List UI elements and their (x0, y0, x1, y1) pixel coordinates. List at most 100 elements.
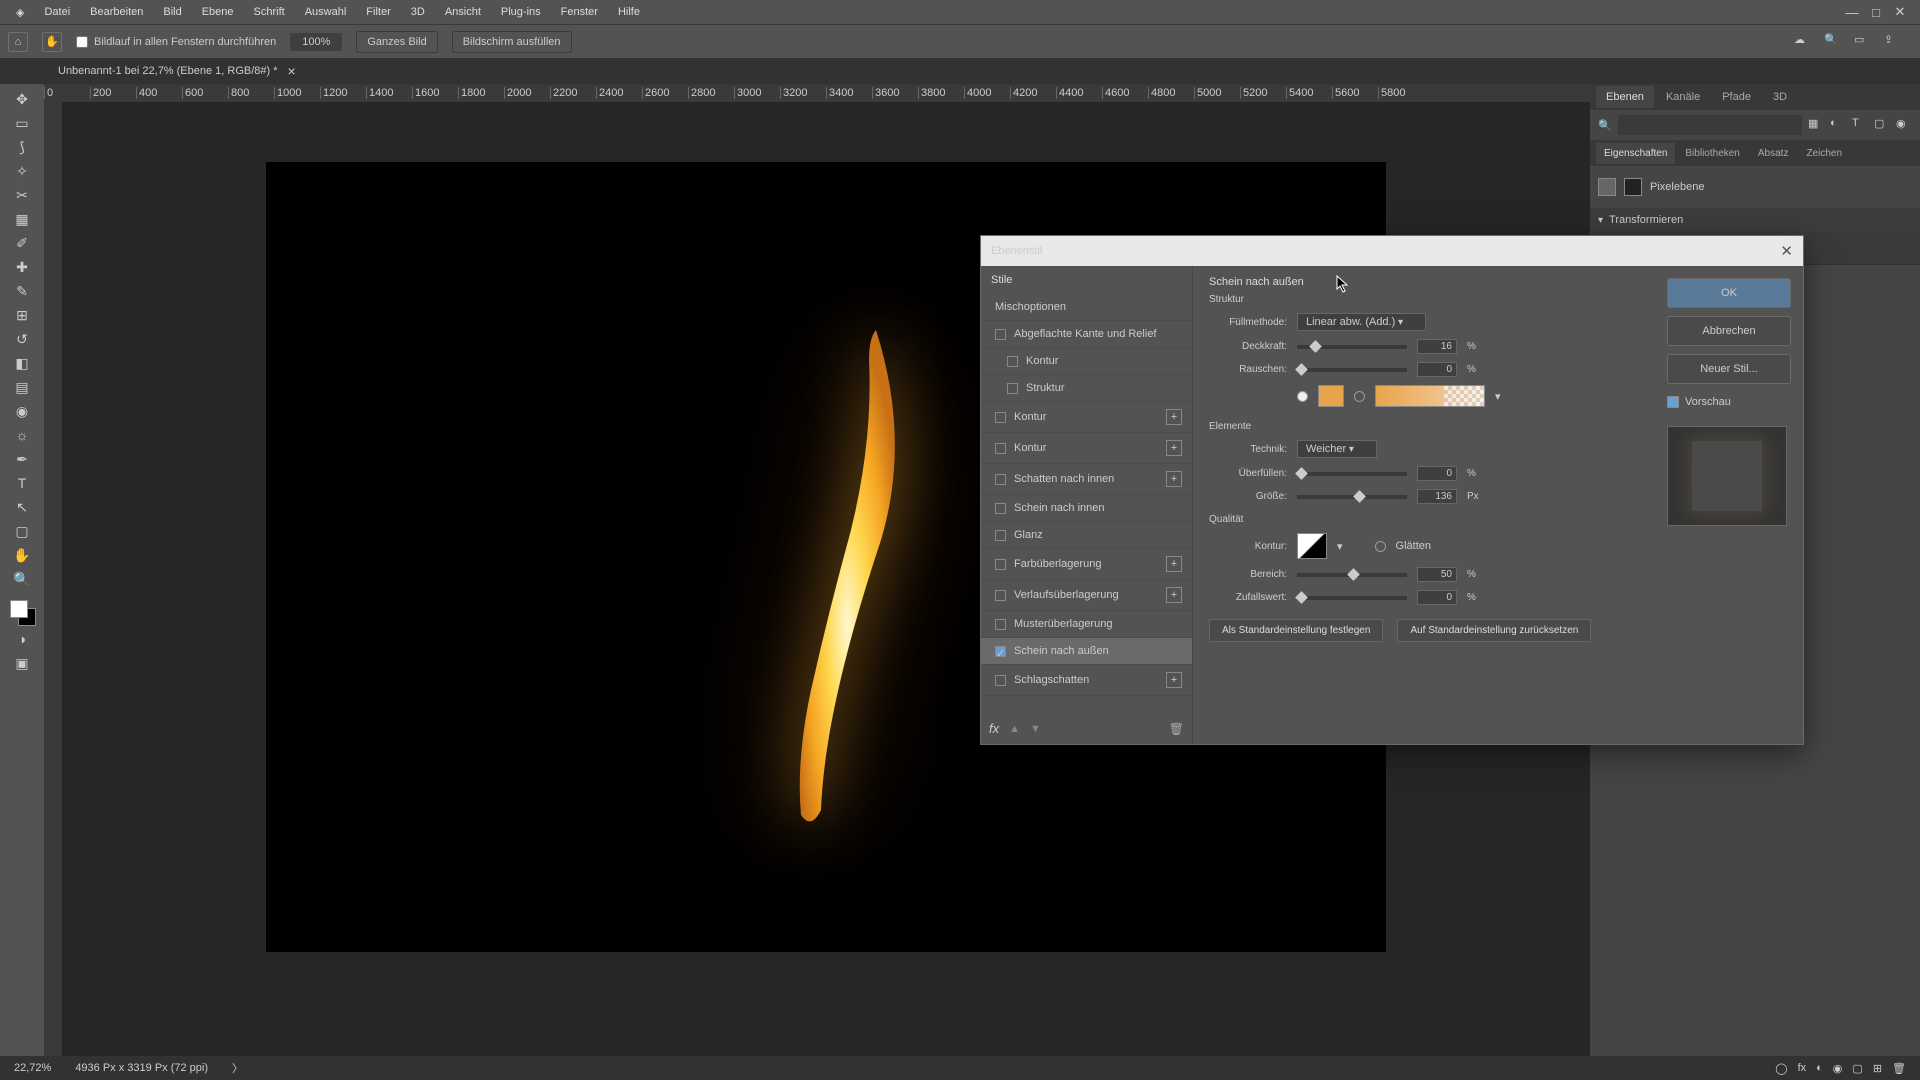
style-option[interactable]: Abgeflachte Kante und Relief (981, 321, 1192, 348)
wand-tool-icon[interactable]: ✧ (10, 160, 34, 182)
menu-3d[interactable]: 3D (403, 3, 433, 21)
preview-checkbox-row[interactable]: Vorschau (1667, 396, 1791, 408)
glow-color-swatch[interactable] (1318, 385, 1344, 407)
frame-tool-icon[interactable]: ▦ (10, 208, 34, 230)
style-checkbox[interactable] (1007, 383, 1018, 394)
home-icon[interactable]: ⌂ (8, 32, 28, 52)
hand-tool-icon[interactable]: ✋ (10, 544, 34, 566)
dialog-titlebar[interactable]: Ebenenstil ✕ (981, 236, 1803, 266)
filter-icon[interactable]: ▢ (1874, 117, 1890, 133)
antialias-checkbox[interactable] (1375, 541, 1386, 552)
filter-icon[interactable]: T (1852, 117, 1868, 133)
menu-datei[interactable]: Datei (36, 3, 78, 21)
add-style-icon[interactable]: + (1166, 672, 1182, 688)
technique-select[interactable]: Weicher ▾ (1297, 440, 1377, 458)
tab-bibliotheken[interactable]: Bibliotheken (1677, 143, 1747, 164)
status-zoom[interactable]: 22,72% (14, 1062, 51, 1074)
pen-tool-icon[interactable]: ✒ (10, 448, 34, 470)
ok-button[interactable]: OK (1667, 278, 1791, 308)
menu-auswahl[interactable]: Auswahl (297, 3, 355, 21)
status-icon[interactable]: ⊞ (1873, 1062, 1882, 1075)
menu-filter[interactable]: Filter (358, 3, 398, 21)
screenmode-icon[interactable]: ▣ (10, 652, 34, 674)
menu-hilfe[interactable]: Hilfe (610, 3, 648, 21)
menu-ebene[interactable]: Ebene (194, 3, 242, 21)
chevron-right-icon[interactable]: 〉 (232, 1060, 243, 1076)
tab-absatz[interactable]: Absatz (1750, 143, 1797, 164)
style-option[interactable]: Verlaufsüberlagerung+ (981, 580, 1192, 611)
dialog-close-icon[interactable]: ✕ (1780, 242, 1793, 260)
status-icon[interactable]: ◉ (1833, 1062, 1843, 1075)
workspace-icon[interactable]: ▭ (1854, 33, 1872, 51)
range-value[interactable]: 50 (1417, 567, 1457, 582)
menu-bearbeiten[interactable]: Bearbeiten (82, 3, 151, 21)
gradient-radio[interactable] (1354, 391, 1365, 402)
jitter-value[interactable]: 0 (1417, 590, 1457, 605)
preview-checkbox[interactable] (1667, 396, 1679, 408)
jitter-slider[interactable] (1297, 596, 1407, 600)
lasso-tool-icon[interactable]: ⟆ (10, 136, 34, 158)
fx-icon[interactable]: fx (989, 721, 999, 736)
add-style-icon[interactable]: + (1166, 556, 1182, 572)
close-icon[interactable]: ✕ (1894, 6, 1906, 18)
style-checkbox[interactable] (995, 329, 1006, 340)
zoom-tool-icon[interactable]: 🔍 (10, 568, 34, 590)
menu-fenster[interactable]: Fenster (553, 3, 606, 21)
filter-icon[interactable]: ▦ (1808, 117, 1824, 133)
color-radio[interactable] (1297, 391, 1308, 402)
style-checkbox[interactable] (995, 559, 1006, 570)
style-checkbox[interactable] (995, 443, 1006, 454)
style-checkbox[interactable] (995, 590, 1006, 601)
style-option[interactable]: Kontur+ (981, 433, 1192, 464)
style-checkbox[interactable] (995, 412, 1006, 423)
healing-tool-icon[interactable]: ✚ (10, 256, 34, 278)
style-option[interactable]: Schein nach innen (981, 495, 1192, 522)
menu-ansicht[interactable]: Ansicht (437, 3, 489, 21)
menu-plugins[interactable]: Plug-ins (493, 3, 549, 21)
add-style-icon[interactable]: + (1166, 409, 1182, 425)
crop-tool-icon[interactable]: ✂ (10, 184, 34, 206)
opacity-slider[interactable] (1297, 345, 1407, 349)
trash-icon[interactable]: 🗑 (1169, 722, 1184, 736)
minimize-icon[interactable]: — (1846, 6, 1858, 18)
reset-default-button[interactable]: Auf Standardeinstellung zurücksetzen (1397, 619, 1591, 642)
opacity-value[interactable]: 16 (1417, 339, 1457, 354)
trash-icon[interactable]: 🗑 (1892, 1062, 1906, 1075)
cloud-icon[interactable]: ☁ (1794, 33, 1812, 51)
history-brush-icon[interactable]: ↺ (10, 328, 34, 350)
status-dims[interactable]: 4936 Px x 3319 Px (72 ppi) (75, 1062, 208, 1074)
status-icon[interactable]: ▢ (1852, 1062, 1862, 1075)
fit-whole-button[interactable]: Ganzes Bild (356, 31, 437, 53)
blur-tool-icon[interactable]: ◉ (10, 400, 34, 422)
style-option[interactable]: ✓Schein nach außen (981, 638, 1192, 665)
scroll-checkbox[interactable] (76, 36, 88, 48)
color-swatches[interactable] (8, 598, 36, 626)
status-icon[interactable]: ◯ (1775, 1062, 1787, 1075)
transform-header[interactable]: ▾ Transformieren (1590, 208, 1920, 232)
style-option[interactable]: Farbüberlagerung+ (981, 549, 1192, 580)
filter-icon[interactable]: ◐ (1830, 117, 1846, 133)
style-option[interactable]: Kontur (981, 348, 1192, 375)
fill-screen-button[interactable]: Bildschirm ausfüllen (452, 31, 572, 53)
maximize-icon[interactable]: □ (1870, 6, 1882, 18)
tab-pfade[interactable]: Pfade (1712, 86, 1761, 108)
menu-schrift[interactable]: Schrift (246, 3, 293, 21)
quickmask-icon[interactable]: ◑ (10, 628, 34, 650)
up-arrow-icon[interactable]: ▲ (1009, 723, 1020, 735)
range-slider[interactable] (1297, 573, 1407, 577)
tab-kanale[interactable]: Kanäle (1656, 86, 1710, 108)
tab-eigenschaften[interactable]: Eigenschaften (1596, 143, 1675, 164)
style-option[interactable]: Glanz (981, 522, 1192, 549)
style-option[interactable]: Schlagschatten+ (981, 665, 1192, 696)
style-checkbox[interactable] (995, 474, 1006, 485)
make-default-button[interactable]: Als Standardeinstellung festlegen (1209, 619, 1383, 642)
style-checkbox[interactable] (995, 675, 1006, 686)
tab-ebenen[interactable]: Ebenen (1596, 86, 1654, 108)
style-option[interactable]: Mischoptionen (981, 294, 1192, 321)
spread-value[interactable]: 0 (1417, 466, 1457, 481)
share-icon[interactable]: ⇪ (1884, 33, 1902, 51)
shape-tool-icon[interactable]: ▢ (10, 520, 34, 542)
cancel-button[interactable]: Abbrechen (1667, 316, 1791, 346)
style-checkbox[interactable] (1007, 356, 1018, 367)
dodge-tool-icon[interactable]: ☼ (10, 424, 34, 446)
